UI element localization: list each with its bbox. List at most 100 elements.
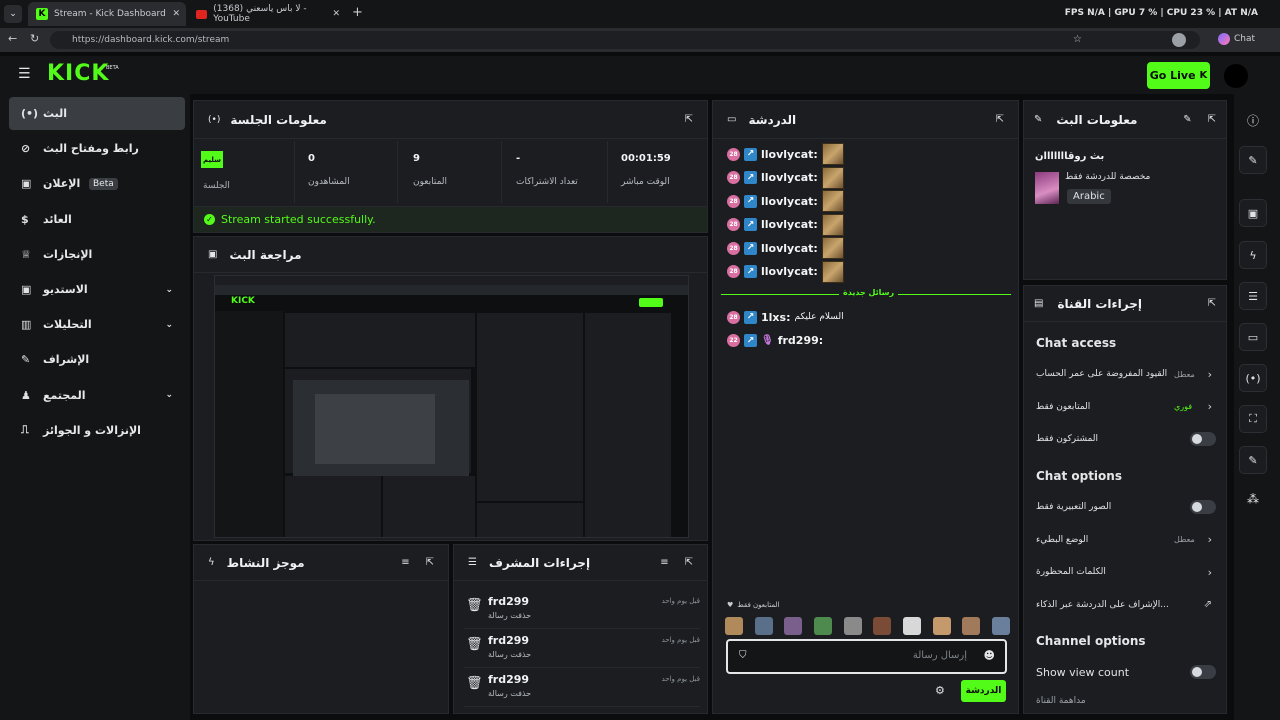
- sidebar-item[interactable]: ♕ الإنجازات: [9, 238, 185, 271]
- sidebar-item[interactable]: ▣ الاستديو ⌄: [9, 273, 185, 306]
- chat-rail-icon[interactable]: ▭: [1239, 323, 1267, 351]
- popout-icon[interactable]: ⇱: [1208, 114, 1216, 125]
- media-rail-icon[interactable]: ⛶: [1239, 405, 1267, 433]
- go-live-button[interactable]: Go Live K: [1147, 62, 1210, 89]
- wrench-rail-icon[interactable]: ✎: [1239, 446, 1267, 474]
- emote-shortcut[interactable]: [991, 617, 1010, 635]
- sidebar-item[interactable]: $ العائد: [9, 203, 185, 236]
- live-rail-icon[interactable]: (•): [1239, 364, 1267, 392]
- popout-icon[interactable]: ⇱: [1208, 298, 1216, 309]
- list-rail-icon[interactable]: ☰: [1239, 282, 1267, 310]
- channel-actions-icon: ▤: [1034, 298, 1044, 309]
- profile-avatar[interactable]: [1172, 33, 1186, 47]
- setting-row[interactable]: الوضع البطيء معطل ›: [1036, 530, 1218, 550]
- kick-logo[interactable]: KICK: [47, 61, 109, 86]
- subscriber-badge: 28: [727, 310, 740, 324]
- bookmark-star-icon[interactable]: ☆: [1073, 34, 1082, 45]
- reload-icon[interactable]: ↻: [30, 32, 39, 45]
- mod-action-user[interactable]: frd299: [488, 595, 529, 608]
- mod-action-user[interactable]: frd299: [488, 634, 529, 647]
- chat-message[interactable]: 28 ↗ llovlycat:: [727, 166, 844, 189]
- emote-shortcut[interactable]: [873, 617, 892, 635]
- emote-shortcut[interactable]: [813, 617, 832, 635]
- emote-shortcut[interactable]: [754, 617, 773, 635]
- info-icon[interactable]: ⓘ: [1247, 112, 1259, 129]
- setting-toggle[interactable]: [1190, 500, 1216, 514]
- setting-row[interactable]: المتابعون فقط فوري ›: [1036, 397, 1218, 417]
- chat-username[interactable]: llovlycat:: [761, 195, 818, 208]
- filter-icon[interactable]: ≡: [660, 557, 668, 568]
- mod-action-user[interactable]: frd299: [488, 673, 529, 686]
- setting-row[interactable]: الكلمات المحظورة ›: [1036, 562, 1218, 582]
- sidebar-item[interactable]: ▣ الإعلان Beta: [9, 167, 185, 200]
- emote-shortcut[interactable]: [932, 617, 951, 635]
- tab-youtube[interactable]: (1368) لا باس ياسعني - YouTube ✕: [188, 2, 346, 26]
- emote-shortcut[interactable]: [784, 617, 803, 635]
- chat-message[interactable]: 28 ↗ llovlycat:: [727, 213, 844, 236]
- setting-value: معطل: [1174, 535, 1195, 544]
- setting-row[interactable]: القيود المفروضة على عمر الحساب معطل ›: [1036, 364, 1218, 384]
- sidebar-item[interactable]: ⎍ الإنزالات و الجوائز: [9, 414, 185, 447]
- sidebar-item[interactable]: ♟ المجتمع ⌄: [9, 379, 185, 412]
- tab-title: (1368) لا باس ياسعني - YouTube: [213, 4, 307, 24]
- chat-message[interactable]: 28 ↗ llovlycat:: [727, 260, 844, 283]
- sidebar-item[interactable]: ▥ التحليلات ⌄: [9, 308, 185, 341]
- chat-settings-gear-icon[interactable]: ⚙: [935, 684, 945, 697]
- popout-icon[interactable]: ⇱: [996, 114, 1004, 125]
- emote-shortcut[interactable]: [962, 617, 981, 635]
- back-icon[interactable]: ←: [8, 32, 17, 45]
- setting-row[interactable]: الإشراف على الدردشة عبر الذكاء... ⇗: [1036, 595, 1218, 615]
- chat-username[interactable]: 1lxs:: [761, 311, 790, 324]
- external-link-icon[interactable]: ⇗: [1204, 599, 1212, 610]
- perf-readout: FPS N/A | GPU 7 % | CPU 23 % | AT N/A: [1064, 8, 1258, 18]
- close-tab-icon[interactable]: ✕: [172, 9, 180, 19]
- chat-username[interactable]: llovlycat:: [761, 265, 818, 278]
- emote-shortcut[interactable]: [902, 617, 921, 635]
- chat-message[interactable]: 28 ↗ llovlycat:: [727, 190, 844, 212]
- chat-message[interactable]: 28 ↗ 1lxs: السلام عليكم: [727, 307, 844, 327]
- user-avatar[interactable]: [1224, 64, 1248, 88]
- setting-row[interactable]: المشتركون فقط: [1036, 429, 1218, 449]
- emote-image: [821, 260, 844, 283]
- chat-username[interactable]: llovlycat:: [761, 242, 818, 255]
- sidebar-item-icon: ▣: [21, 177, 32, 191]
- chat-username[interactable]: llovlycat:: [761, 171, 818, 184]
- chat-username[interactable]: frd299:: [778, 334, 823, 347]
- followers-value: 9: [413, 153, 420, 164]
- emoji-icon[interactable]: ☻: [984, 649, 995, 662]
- new-tab-icon[interactable]: +: [352, 5, 363, 20]
- chat-message[interactable]: 28 ↗ llovlycat:: [727, 143, 844, 165]
- sidebar-item[interactable]: (•) البث: [9, 97, 185, 130]
- bolt-rail-icon[interactable]: ϟ: [1239, 241, 1267, 269]
- shield-icon[interactable]: ⛉: [739, 650, 747, 661]
- chat-message-input[interactable]: ⛉ إرسال رسالة ☻: [726, 639, 1007, 674]
- close-tab-icon[interactable]: ✕: [332, 9, 340, 19]
- popout-icon[interactable]: ⇱: [685, 114, 693, 125]
- filter-icon[interactable]: ≡: [401, 557, 409, 568]
- popout-icon[interactable]: ⇱: [426, 557, 434, 568]
- setting-toggle[interactable]: [1190, 432, 1216, 446]
- emote-shortcut[interactable]: [725, 617, 743, 635]
- subs-stat: - تعداد الاشتراكات: [501, 141, 607, 203]
- chat-username[interactable]: llovlycat:: [761, 148, 818, 161]
- layout-rail-icon[interactable]: ▣: [1239, 199, 1267, 227]
- chat-message[interactable]: 22 ↗ 🎙 frd299:: [727, 331, 827, 351]
- stream-preview-video[interactable]: KICK: [214, 275, 689, 538]
- url-field[interactable]: https://dashboard.kick.com/stream: [50, 31, 1200, 49]
- emote-shortcut[interactable]: [843, 617, 862, 635]
- setting-row[interactable]: الصور التعبيرية فقط: [1036, 497, 1218, 517]
- edit-icon[interactable]: ✎: [1183, 114, 1191, 125]
- menu-icon[interactable]: ☰: [18, 66, 31, 82]
- send-chat-button[interactable]: الدردشة: [961, 680, 1006, 702]
- tab-kick-dashboard[interactable]: K Stream - Kick Dashboard ✕: [28, 2, 186, 26]
- chat-browser-button[interactable]: Chat: [1218, 33, 1255, 45]
- popout-icon[interactable]: ⇱: [685, 557, 693, 568]
- sidebar-item[interactable]: ⊘ رابط ومفتاح البث: [9, 132, 185, 165]
- chat-message[interactable]: 28 ↗ llovlycat:: [727, 237, 844, 259]
- tab-list-icon[interactable]: ⌄: [4, 5, 22, 23]
- connections-rail-icon[interactable]: ⁂: [1247, 492, 1259, 506]
- chat-username[interactable]: llovlycat:: [761, 218, 818, 231]
- edit-rail-icon[interactable]: ✎: [1239, 146, 1267, 174]
- sidebar-item[interactable]: ✎ الإشراف: [9, 343, 185, 376]
- show-view-count-toggle[interactable]: [1190, 665, 1216, 679]
